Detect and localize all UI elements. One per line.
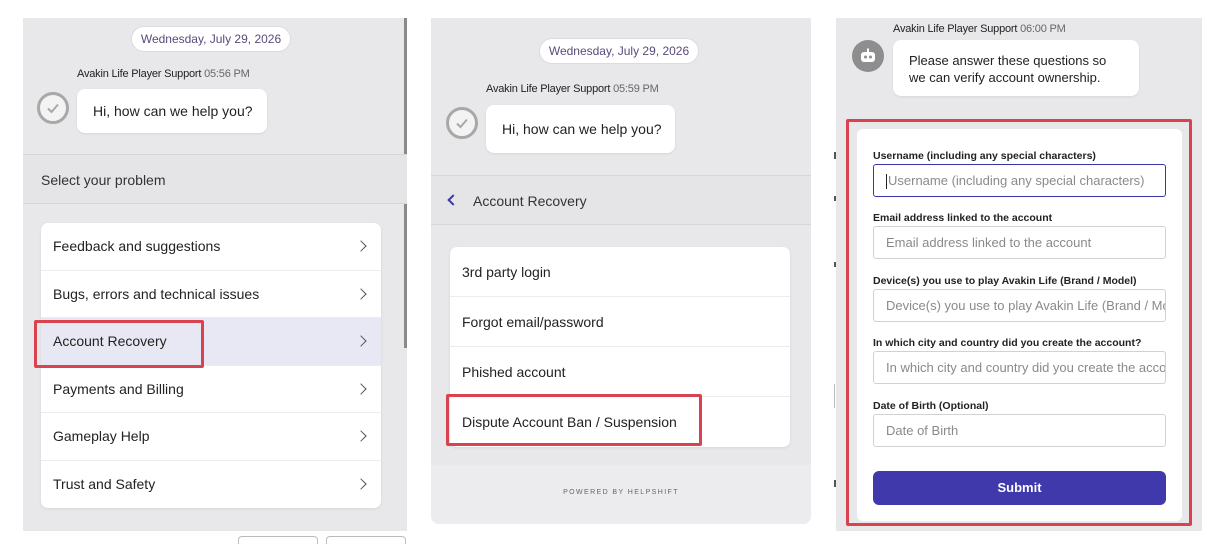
date-pill: Wednesday, July 29, 2026 [131,26,291,52]
message-bubble: Please answer these questions so we can … [893,40,1139,96]
chevron-right-icon [355,335,367,347]
menu-item-payments[interactable]: Payments and Billing [41,366,381,413]
message-bubble: Hi, how can we help you? [486,105,675,153]
date-pill: Wednesday, July 29, 2026 [539,38,699,64]
highlight-box-account-recovery [34,320,204,368]
edge-mark [834,196,836,201]
sender-name: Avakin Life Player Support [486,83,611,95]
message-line: Please answer these questions so [909,53,1107,68]
chevron-right-icon [355,288,367,300]
menu-item-label: Bugs, errors and technical issues [53,285,260,302]
partial-button [238,536,318,544]
check-circle-icon [47,103,59,114]
menu-item-label: Phished account [462,363,566,380]
chevron-right-icon [355,240,367,252]
menu-item-phished[interactable]: Phished account [450,347,790,397]
menu-item-label: Trust and Safety [53,476,156,493]
bot-avatar [852,40,884,72]
sender-time: 05:59 PM [613,83,659,95]
menu-item-label: Forgot email/password [462,313,604,330]
powered-by-footer: POWERED BY HELPSHIFT [431,465,811,524]
menu-item-label: 3rd party login [462,263,551,280]
edge-mark [834,384,835,408]
support-avatar [446,107,478,139]
menu-item-forgot-email[interactable]: Forgot email/password [450,297,790,347]
partial-button [326,536,406,544]
section-title: Account Recovery [473,193,587,209]
highlight-box-dispute-ban [446,394,702,446]
sender-label: Avakin Life Player Support 05:59 PM [486,83,659,95]
menu-item-label: Feedback and suggestions [53,238,221,255]
message-line: we can verify account ownership. [909,70,1101,85]
section-title: Select your problem [23,154,407,204]
menu-item-gameplay[interactable]: Gameplay Help [41,413,381,461]
sender-name: Avakin Life Player Support [893,23,1018,35]
account-recovery-panel: Wednesday, July 29, 2026 Avakin Life Pla… [431,18,811,524]
chevron-right-icon [355,383,367,395]
menu-item-label: Gameplay Help [53,428,150,445]
sender-label: Avakin Life Player Support 05:56 PM [77,68,250,80]
menu-item-feedback[interactable]: Feedback and suggestions [41,223,381,271]
edge-mark [834,262,836,267]
support-avatar [37,92,69,124]
sender-label: Avakin Life Player Support 06:00 PM [893,23,1066,35]
menu-item-trust-safety[interactable]: Trust and Safety [41,461,381,509]
problem-selection-panel: Wednesday, July 29, 2026 Avakin Life Pla… [23,18,407,531]
chevron-left-icon[interactable] [447,194,459,206]
highlight-box-form [846,119,1192,526]
section-header: Account Recovery [431,175,811,225]
sender-time: 05:56 PM [204,68,250,80]
check-circle-icon [456,118,468,129]
chevron-right-icon [355,430,367,442]
robot-icon [861,48,875,62]
sender-time: 06:00 PM [1020,23,1066,35]
edge-mark [834,152,836,159]
menu-item-label: Payments and Billing [53,380,184,397]
menu-item-bugs[interactable]: Bugs, errors and technical issues [41,271,381,318]
sender-name: Avakin Life Player Support [77,68,202,80]
chevron-right-icon [355,478,367,490]
message-bubble: Hi, how can we help you? [77,89,267,133]
edge-mark [834,480,836,487]
menu-item-3rd-party-login[interactable]: 3rd party login [450,247,790,297]
